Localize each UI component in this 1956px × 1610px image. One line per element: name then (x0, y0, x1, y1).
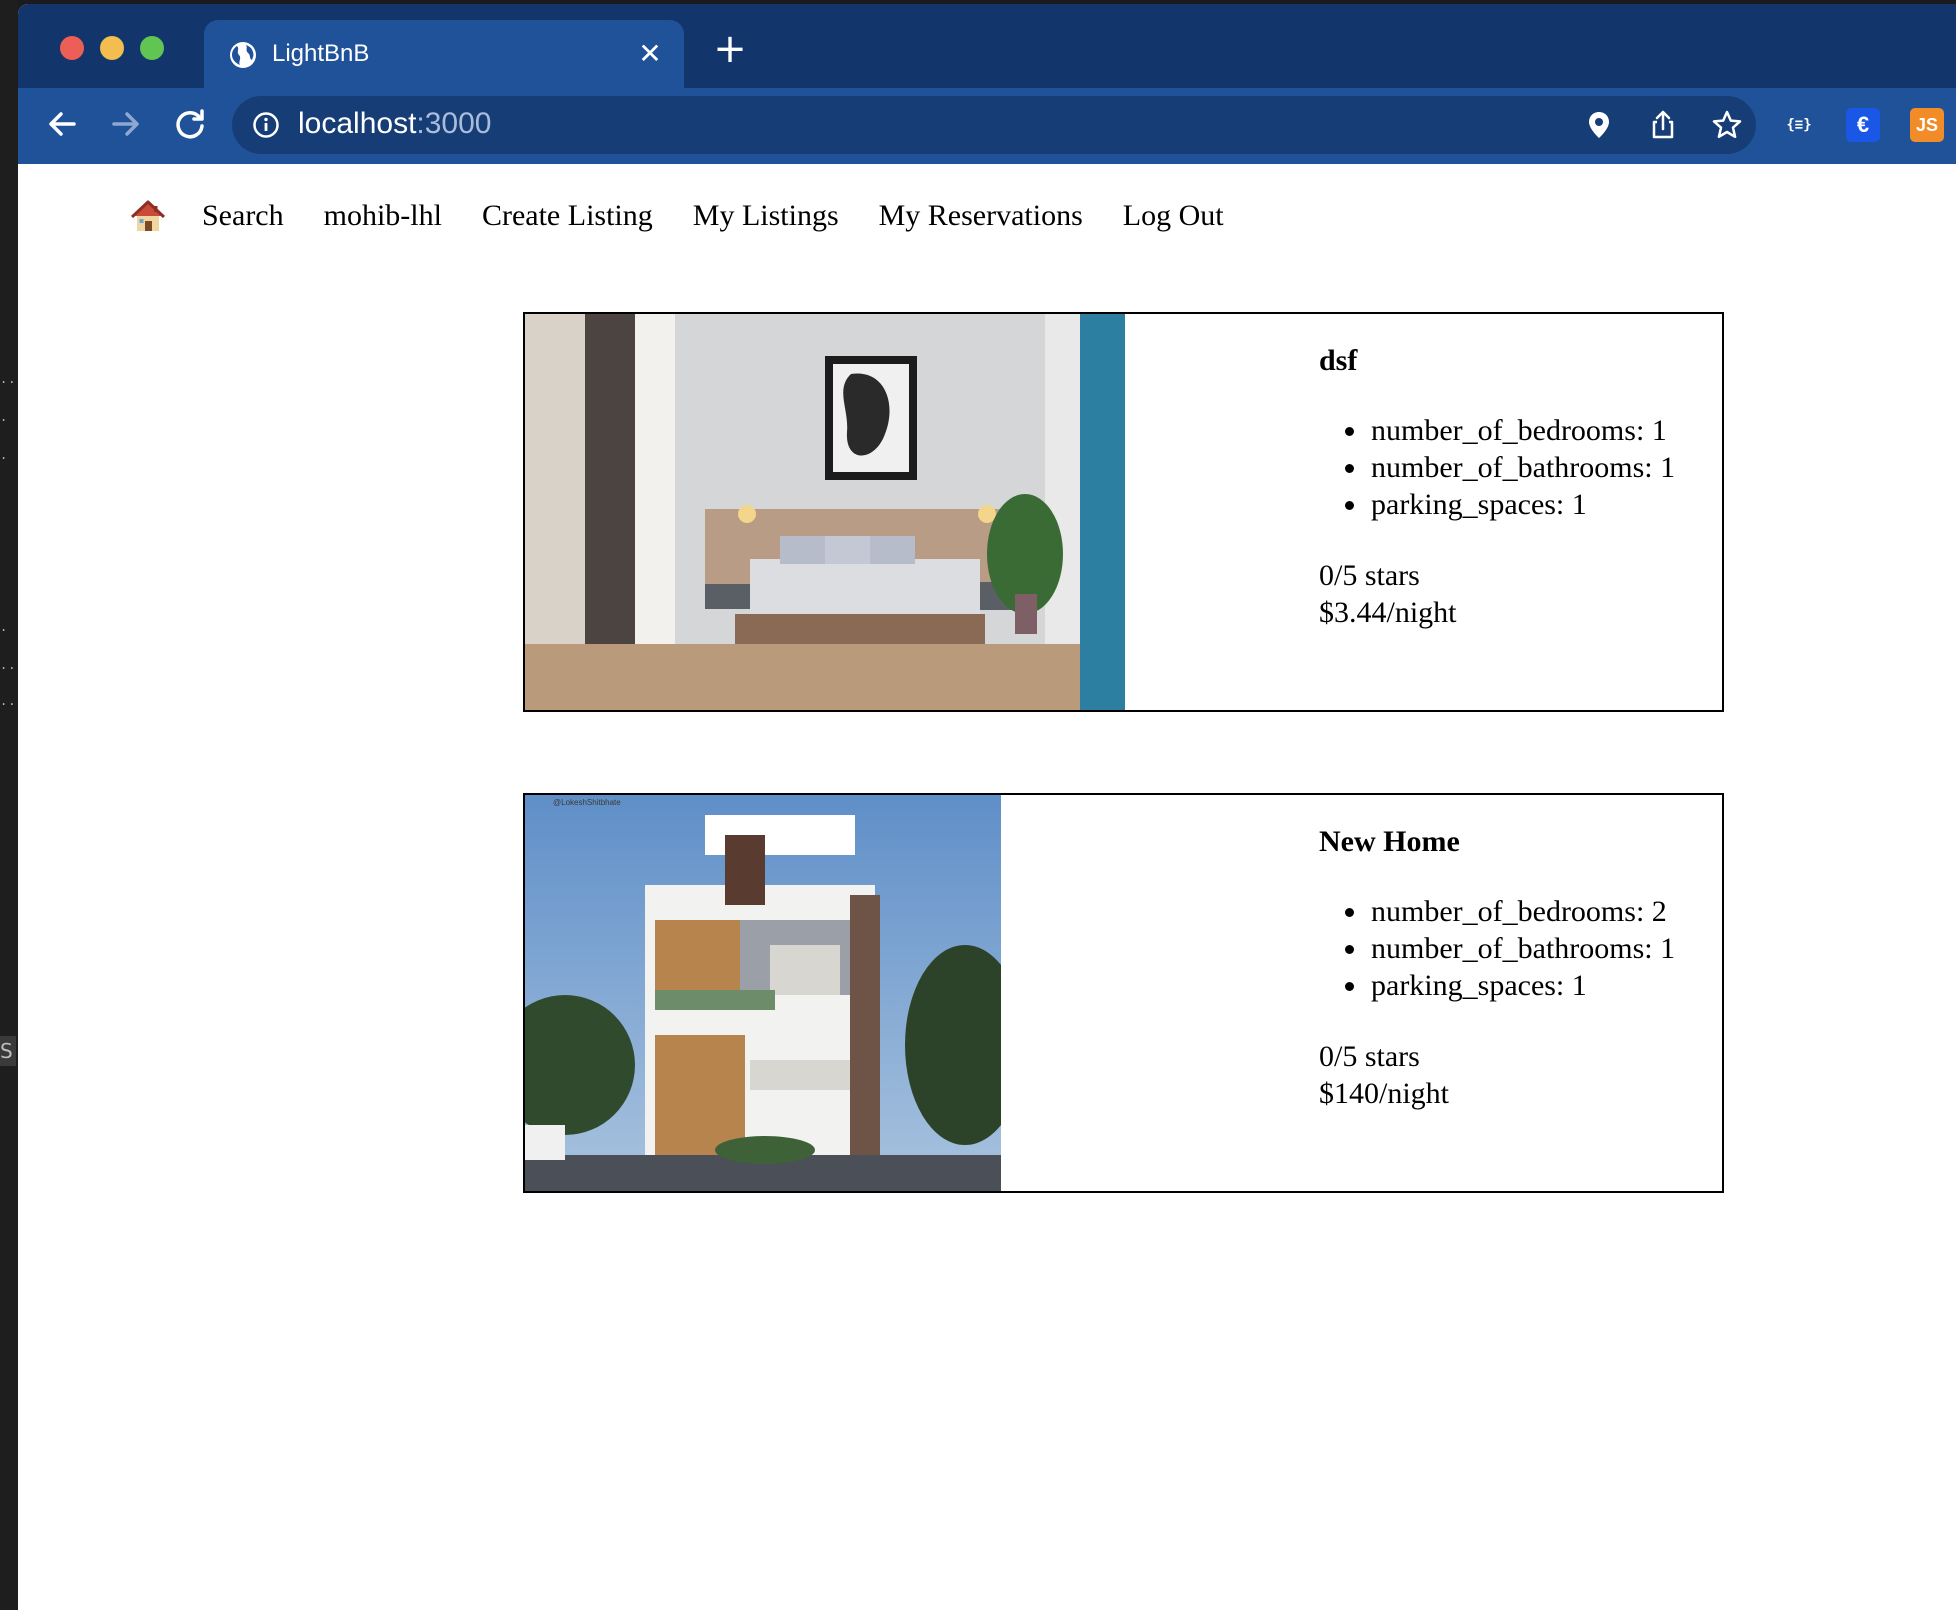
feature-parking: parking_spaces: 1 (1345, 967, 1739, 1004)
globe-icon (230, 42, 256, 68)
house-exterior-photo: @LokeshShitbhate (525, 795, 1001, 1191)
bookmark-star-icon[interactable] (1710, 108, 1744, 142)
share-icon[interactable] (1646, 108, 1680, 142)
bedroom-photo (525, 314, 1125, 710)
url-text: localhost:3000 (298, 107, 491, 141)
listing-features: number_of_bedrooms: 2 number_of_bathroom… (1345, 893, 1739, 1004)
photo-watermark: @LokeshShitbhate (553, 798, 621, 807)
feature-bedrooms: number_of_bedrooms: 2 (1345, 893, 1739, 930)
nav-search-link[interactable]: Search (202, 199, 284, 233)
listing-details: New Home number_of_bedrooms: 2 number_of… (1319, 825, 1739, 1112)
site-nav: Search mohib-lhl Create Listing My Listi… (130, 196, 1264, 236)
url-host: localhost (298, 107, 417, 140)
browser-tab[interactable]: LightBnB ✕ (204, 20, 684, 90)
minimize-window-button[interactable] (100, 36, 124, 60)
reload-icon[interactable] (168, 102, 212, 146)
listing-price: $3.44/night (1319, 596, 1457, 629)
maximize-window-button[interactable] (140, 36, 164, 60)
page-content: Search mohib-lhl Create Listing My Listi… (18, 164, 1956, 1610)
dots-marker: . (0, 410, 9, 424)
browser-titlebar: LightBnB ✕ + (18, 4, 1956, 90)
background-s-mark: S (0, 1036, 16, 1066)
listing-details: dsf number_of_bedrooms: 1 number_of_bath… (1319, 344, 1739, 631)
browser-window: LightBnB ✕ + localhost:3000 {≡} € JS Sea… (18, 4, 1956, 1610)
close-window-button[interactable] (60, 36, 84, 60)
new-tab-button[interactable]: + (710, 29, 750, 70)
dots-marker: . (0, 448, 9, 462)
nav-my-reservations-link[interactable]: My Reservations (879, 199, 1083, 233)
dots-marker: .. (0, 372, 17, 386)
tab-title: LightBnB (272, 40, 370, 67)
forward-arrow-icon[interactable] (104, 102, 148, 146)
close-tab-icon[interactable]: ✕ (630, 34, 670, 74)
euro-extension-icon[interactable]: € (1846, 108, 1880, 142)
background-editor-strip: .. . . . .. ... S (0, 0, 24, 1610)
listing-features: number_of_bedrooms: 1 number_of_bathroom… (1345, 412, 1739, 523)
address-bar[interactable]: localhost:3000 (232, 96, 1756, 154)
nav-my-listings-link[interactable]: My Listings (693, 199, 839, 233)
listing-card[interactable]: dsf number_of_bedrooms: 1 number_of_bath… (523, 312, 1724, 712)
url-port: :3000 (416, 107, 492, 140)
json-viewer-extension-icon[interactable]: {≡} (1782, 108, 1816, 142)
listing-card[interactable]: @LokeshShitbhate New Home number_of_bedr… (523, 793, 1724, 1193)
nav-create-listing-link[interactable]: Create Listing (482, 199, 653, 233)
listing-price: $140/night (1319, 1077, 1450, 1110)
nav-log-out-link[interactable]: Log Out (1123, 199, 1224, 233)
browser-toolbar: localhost:3000 {≡} € JS (18, 88, 1956, 164)
js-extension-icon[interactable]: JS (1910, 108, 1944, 142)
location-pin-icon[interactable] (1582, 108, 1616, 142)
back-arrow-icon[interactable] (40, 102, 84, 146)
feature-bathrooms: number_of_bathrooms: 1 (1345, 449, 1739, 486)
nav-username-link[interactable]: mohib-lhl (324, 199, 442, 233)
listing-rating: 0/5 stars (1319, 1040, 1420, 1073)
house-icon[interactable] (130, 198, 166, 234)
listing-title: New Home (1319, 825, 1460, 858)
dots-marker: . (0, 620, 9, 634)
feature-bathrooms: number_of_bathrooms: 1 (1345, 930, 1739, 967)
info-icon[interactable] (252, 111, 280, 139)
feature-parking: parking_spaces: 1 (1345, 486, 1739, 523)
feature-bedrooms: number_of_bedrooms: 1 (1345, 412, 1739, 449)
listing-rating: 0/5 stars (1319, 559, 1420, 592)
listing-title: dsf (1319, 344, 1358, 377)
dots-marker: .. (0, 658, 17, 672)
